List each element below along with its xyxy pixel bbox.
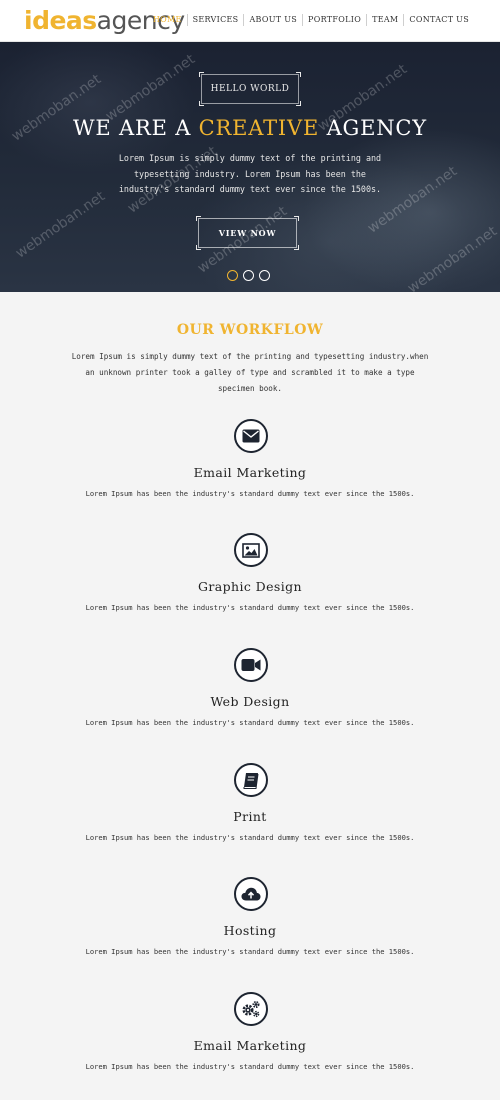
slider-dot-1[interactable] xyxy=(227,270,238,281)
section-intro: Lorem Ipsum is simply dummy text of the … xyxy=(71,352,429,393)
service-item: Email Marketing Lorem Ipsum has been the… xyxy=(0,419,500,524)
service-description: Lorem Ipsum has been the industry's stan… xyxy=(85,489,415,498)
gears-icon[interactable] xyxy=(234,992,268,1026)
frame-corner xyxy=(196,216,201,221)
slider-dot-3[interactable] xyxy=(259,270,270,281)
cloud-upload-icon[interactable] xyxy=(234,877,268,911)
nav-item-team[interactable]: TEAM xyxy=(367,14,403,26)
watermark-text: webmoban.net xyxy=(12,188,109,262)
site-header: ideasagency HOME SERVICES ABOUT US PORTF… xyxy=(0,0,500,42)
envelope-icon[interactable] xyxy=(234,419,268,453)
frame-corner xyxy=(196,245,201,250)
service-description: Lorem Ipsum has been the industry's stan… xyxy=(85,718,415,727)
hero-title-prefix: WE ARE A xyxy=(73,116,192,140)
hero-title-suffix: AGENCY xyxy=(326,116,427,140)
nav-item-about-us[interactable]: ABOUT US xyxy=(244,14,302,26)
view-now-button[interactable]: VIEW NOW xyxy=(196,216,299,250)
logo-bold: ideas xyxy=(24,6,97,35)
frame-corner xyxy=(296,101,301,106)
slider-dots xyxy=(227,270,270,281)
frame-corner xyxy=(199,72,204,77)
service-title: Print xyxy=(233,809,267,824)
service-item: Print Lorem Ipsum has been the industry'… xyxy=(0,763,500,868)
service-description: Lorem Ipsum has been the industry's stan… xyxy=(85,947,415,956)
watermark-text: webmoban.net xyxy=(404,223,500,292)
view-now-label: VIEW NOW xyxy=(218,228,277,238)
watermark-text: webmoban.net xyxy=(102,51,199,125)
frame-corner xyxy=(296,72,301,77)
service-item: Graphic Design Lorem Ipsum has been the … xyxy=(0,533,500,638)
nav-item-home[interactable]: HOME xyxy=(148,14,187,26)
nav-item-services[interactable]: SERVICES xyxy=(188,14,244,26)
slider-dot-2[interactable] xyxy=(243,270,254,281)
image-icon[interactable] xyxy=(234,533,268,567)
service-item: Web Design Lorem Ipsum has been the indu… xyxy=(0,648,500,753)
section-title: OUR WORKFLOW xyxy=(176,322,324,338)
service-item: Email Marketing Lorem Ipsum has been the… xyxy=(0,992,500,1097)
service-title: Graphic Design xyxy=(198,579,302,594)
video-camera-icon[interactable] xyxy=(234,648,268,682)
frame-corner xyxy=(294,216,299,221)
frame-corner xyxy=(294,245,299,250)
service-title: Email Marketing xyxy=(193,465,307,480)
main-nav: HOME SERVICES ABOUT US PORTFOLIO TEAM CO… xyxy=(148,14,474,26)
service-description: Lorem Ipsum has been the industry's stan… xyxy=(85,603,415,612)
service-title: Hosting xyxy=(223,923,277,938)
frame-corner xyxy=(199,101,204,106)
hero-title: WE ARE A CREATIVE AGENCY xyxy=(0,116,500,140)
service-title: Web Design xyxy=(210,694,290,709)
hero-tag-label: HELLO WORLD xyxy=(210,84,290,94)
nav-item-contact-us[interactable]: CONTACT US xyxy=(404,14,474,26)
service-item: Hosting Lorem Ipsum has been the industr… xyxy=(0,877,500,982)
hero-tag: HELLO WORLD xyxy=(199,72,301,106)
hero-title-accent: CREATIVE xyxy=(198,116,320,140)
service-description: Lorem Ipsum has been the industry's stan… xyxy=(85,833,415,842)
nav-item-portfolio[interactable]: PORTFOLIO xyxy=(303,14,366,26)
service-title: Email Marketing xyxy=(193,1038,307,1053)
service-description: Lorem Ipsum has been the industry's stan… xyxy=(85,1062,415,1071)
book-icon[interactable] xyxy=(234,763,268,797)
hero-slider: webmoban.net webmoban.net webmoban.net w… xyxy=(0,42,500,292)
hero-description: Lorem Ipsum is simply dummy text of the … xyxy=(118,153,382,194)
